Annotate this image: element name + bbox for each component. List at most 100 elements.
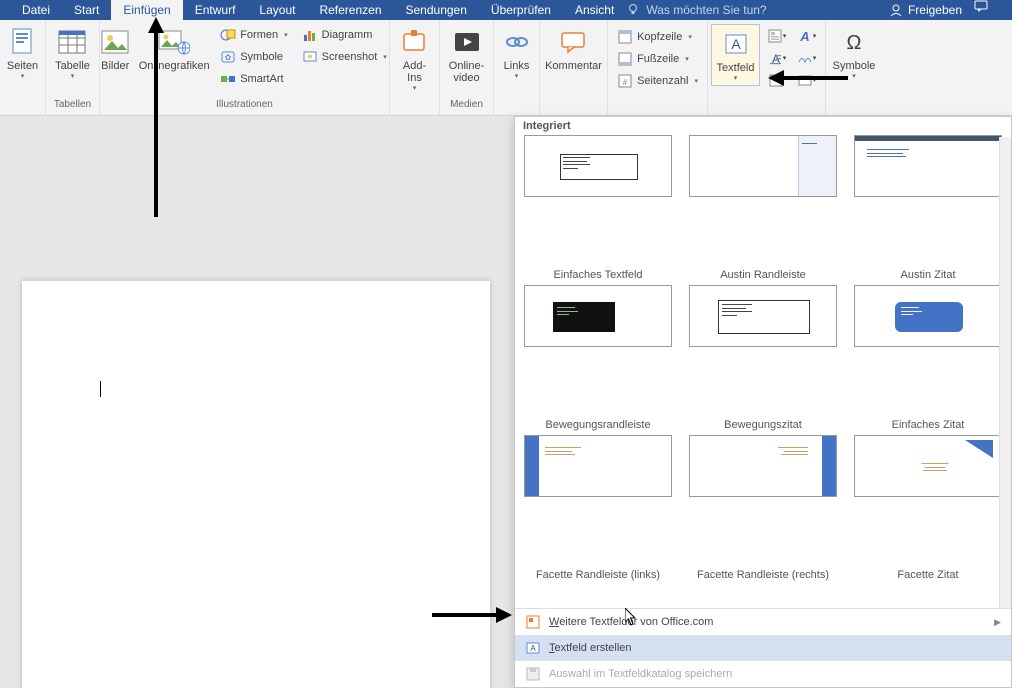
textbox-icon: A: [525, 640, 541, 656]
diagramm-button[interactable]: Diagramm: [299, 24, 390, 46]
screenshot-label: Screenshot: [322, 51, 378, 63]
gallery-item-austin-randleiste[interactable]: ▬▬▬▬▬▬▬▬▬▬▬▬▬▬▬▬▬▬▬▬▬▬▬▬▬▬▬▬▬▬▬▬▬: [688, 285, 838, 347]
shapes-icon: [220, 27, 236, 43]
gallery-item-einfaches-textfeld[interactable]: ▬▬▬▬▬▬▬▬▬▬▬▬▬▬▬▬▬: [523, 285, 673, 347]
svg-text:A: A: [731, 36, 741, 52]
seiten-button[interactable]: Seiten ▾: [3, 24, 43, 82]
tab-referenzen[interactable]: Referenzen: [307, 0, 393, 20]
mouse-cursor-icon: [625, 608, 637, 626]
links-label: Links: [504, 60, 530, 72]
symbole2-button[interactable]: Ω Symbole ▾: [829, 24, 880, 82]
online-image-icon: [158, 26, 190, 58]
smartart-label: SmartArt: [240, 73, 283, 85]
chevron-down-icon: ▾: [734, 74, 738, 82]
addins-icon: [399, 26, 431, 58]
video-icon: [451, 26, 483, 58]
fusszeile-button[interactable]: Fußzeile▾: [614, 48, 701, 70]
gallery-item[interactable]: ▬▬▬▬▬▬▬▬▬▬▬▬▬▬▬▬▬▬▬▬▬▬▬▬▬▬▬▬▬▬▬: [523, 135, 673, 197]
document-page[interactable]: [22, 281, 490, 688]
dropcap-icon: A: [767, 50, 783, 66]
tell-me-search[interactable]: Was möchten Sie tun?: [626, 3, 766, 17]
gallery-section-header: Integriert: [515, 117, 1011, 135]
symbole-button[interactable]: ✿ Symbole: [217, 46, 290, 68]
gallery-item-bewegungsrandleiste[interactable]: ▬▬▬▬▬▬▬▬▬▬▬▬▬▬▬▬▬▬▬▬▬▬▬▬▬▬▬▬▬▬▬: [523, 435, 673, 497]
tab-ansicht[interactable]: Ansicht: [563, 0, 626, 20]
kopfzeile-label: Kopfzeile: [637, 31, 682, 43]
group-label-medien: Medien: [450, 99, 483, 113]
smartart-button[interactable]: SmartArt: [217, 68, 290, 90]
chevron-right-icon: ▶: [994, 617, 1001, 628]
tab-start[interactable]: Start: [62, 0, 111, 20]
gallery-item-caption: Einfaches Textfeld: [553, 269, 642, 283]
seiten-label: Seiten: [7, 60, 38, 72]
dropcap-button[interactable]: A▾: [762, 48, 790, 68]
page-icon: [7, 26, 39, 58]
onlinevideo-button[interactable]: Online-video: [444, 24, 489, 86]
kopfzeile-button[interactable]: Kopfzeile▾: [614, 26, 701, 48]
tab-einfuegen[interactable]: Einfügen: [111, 0, 182, 20]
gallery-item[interactable]: ▬▬▬▬▬: [688, 135, 838, 197]
tabelle-button[interactable]: Tabelle ▾: [51, 24, 94, 82]
gallery-scrollbar[interactable]: [999, 137, 1011, 608]
textfeld-gallery: Integriert ▬▬▬▬▬▬▬▬▬▬▬▬▬▬▬▬▬▬▬▬▬▬▬▬▬▬▬▬▬…: [514, 116, 1012, 688]
save-label: Auswahl im Textfeldkatalog speichern: [549, 668, 732, 680]
svg-text:✿: ✿: [225, 53, 232, 62]
bilder-label: Bilder: [101, 60, 129, 72]
addins-label: Add-Ins: [398, 60, 431, 84]
gallery-item-caption: Facette Zitat: [897, 569, 958, 583]
signature-button[interactable]: ▾: [792, 48, 820, 68]
object-icon: [797, 72, 813, 88]
share-button[interactable]: Freigeben: [889, 3, 962, 17]
group-label-tabellen: Tabellen: [54, 99, 91, 113]
onlinegrafiken-button[interactable]: Onlinegrafiken: [135, 24, 213, 74]
formen-button[interactable]: Formen▾: [217, 24, 290, 46]
links-button[interactable]: Links ▾: [497, 24, 537, 82]
object-button[interactable]: ▾: [792, 70, 820, 90]
gallery-item-caption: Bewegungsrandleiste: [545, 419, 650, 433]
header-icon: [617, 29, 633, 45]
seitenzahl-button[interactable]: # Seitenzahl▾: [614, 70, 701, 92]
person-icon: [889, 3, 903, 17]
image-icon: [99, 26, 131, 58]
quickparts-button[interactable]: ▾: [762, 26, 790, 46]
gallery-item-caption: Facette Randleiste (rechts): [697, 569, 829, 583]
gallery-item-caption: Austin Randleiste: [720, 269, 806, 283]
text-cursor: [100, 381, 101, 397]
tab-entwurf[interactable]: Entwurf: [183, 0, 248, 20]
textfeld-button[interactable]: A Textfeld ▾: [711, 24, 761, 86]
draw-textbox-button[interactable]: A Textfeld erstellen: [515, 635, 1011, 661]
gallery-item-austin-zitat[interactable]: ▬▬▬▬▬▬▬▬▬▬▬▬▬▬▬▬▬: [853, 285, 1003, 347]
bilder-button[interactable]: Bilder: [95, 24, 135, 74]
symbole-label: Symbole: [240, 51, 283, 63]
addins-button[interactable]: Add-Ins ▾: [394, 24, 435, 94]
tab-layout[interactable]: Layout: [247, 0, 307, 20]
smartart-icon: [220, 71, 236, 87]
comments-icon[interactable]: [962, 0, 1002, 20]
tab-datei[interactable]: Datei: [10, 0, 62, 20]
seitenzahl-label: Seitenzahl: [637, 75, 688, 87]
svg-text:#: #: [623, 78, 628, 87]
ribbon: Seiten ▾ Tabelle ▾ Tabellen Bilde: [0, 20, 1012, 116]
textbox-icon: A: [720, 28, 752, 60]
gallery-item-einfaches-zitat[interactable]: ▬▬▬▬▬▬▬▬▬▬▬▬▬▬▬▬▬▬▬▬▬▬▬▬: [853, 435, 1003, 497]
kommentar-button[interactable]: Kommentar: [541, 24, 606, 74]
svg-text:A: A: [530, 644, 536, 653]
fusszeile-label: Fußzeile: [637, 53, 679, 65]
date-icon: [768, 72, 784, 88]
chevron-down-icon: ▾: [515, 72, 519, 80]
datetime-button[interactable]: [762, 70, 790, 90]
more-from-office-button[interactable]: Weitere Textfelder von Office.com ▶: [515, 609, 1011, 635]
kommentar-label: Kommentar: [545, 60, 602, 72]
textfeld-label: Textfeld: [717, 62, 755, 74]
gallery-item[interactable]: ▬▬▬▬▬▬▬▬▬▬▬▬▬▬▬▬▬▬▬▬▬▬▬▬▬▬▬▬▬▬▬▬▬▬▬▬▬▬▬: [853, 135, 1003, 197]
wordart-button[interactable]: A▾: [792, 26, 820, 46]
gallery-item-caption: Bewegungszitat: [724, 419, 802, 433]
icons-icon: ✿: [220, 49, 236, 65]
tab-sendungen[interactable]: Sendungen: [394, 0, 479, 20]
gallery-item-bewegungszitat[interactable]: ▬▬▬▬▬▬▬▬▬▬▬▬▬▬▬▬▬▬▬▬▬▬▬▬▬▬▬: [688, 435, 838, 497]
lightbulb-icon: [626, 3, 640, 17]
formen-label: Formen: [240, 29, 278, 41]
tab-ueberpruefen[interactable]: Überprüfen: [479, 0, 563, 20]
screenshot-button[interactable]: Screenshot▾: [299, 46, 390, 68]
comment-icon: [558, 26, 590, 58]
